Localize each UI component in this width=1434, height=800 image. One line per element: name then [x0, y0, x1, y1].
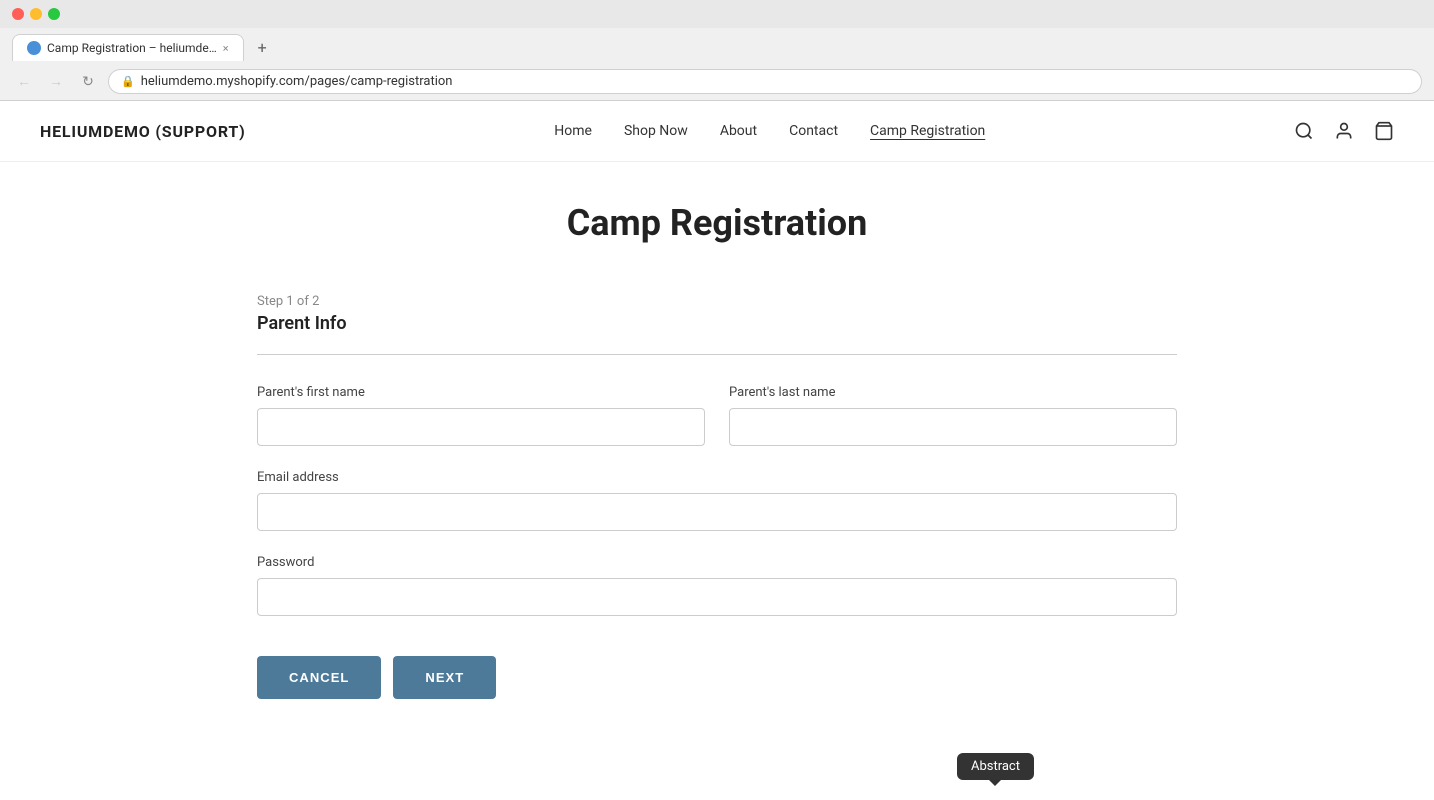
address-url: heliumdemo.myshopify.com/pages/camp-regi… — [141, 74, 1409, 89]
name-row: Parent's first name Parent's last name — [257, 385, 1177, 446]
tab-close-button[interactable]: × — [223, 42, 229, 55]
site-nav: Home Shop Now About Contact Camp Registr… — [554, 123, 985, 139]
tab-bar: Camp Registration – heliumde… × + — [0, 32, 1434, 63]
email-input[interactable] — [257, 493, 1177, 531]
url-base: heliumdemo.myshopify.com — [141, 74, 305, 89]
section-title: Parent Info — [257, 313, 1177, 334]
address-bar[interactable]: 🔒 heliumdemo.myshopify.com/pages/camp-re… — [108, 69, 1422, 94]
first-name-label: Parent's first name — [257, 385, 705, 400]
site-icons — [1294, 121, 1394, 141]
tab-title: Camp Registration – heliumde… — [47, 41, 217, 55]
password-input[interactable] — [257, 578, 1177, 616]
nav-shop-now[interactable]: Shop Now — [624, 123, 688, 139]
main-content: Camp Registration Step 1 of 2 Parent Inf… — [237, 162, 1197, 759]
email-row: Email address — [257, 470, 1177, 531]
tooltip: Abstract — [957, 753, 1034, 780]
site-header: HELIUMDEMO (SUPPORT) Home Shop Now About… — [0, 101, 1434, 162]
new-tab-button[interactable]: + — [248, 32, 277, 63]
nav-about[interactable]: About — [720, 123, 757, 139]
nav-contact[interactable]: Contact — [789, 123, 838, 139]
url-path: /pages/camp-registration — [304, 74, 452, 89]
form-actions: CANCEL NEXT — [257, 656, 1177, 699]
tab-favicon — [27, 41, 41, 55]
last-name-field: Parent's last name — [729, 385, 1177, 446]
fullscreen-dot[interactable] — [48, 8, 60, 20]
password-label: Password — [257, 555, 1177, 570]
form-section: Step 1 of 2 Parent Info — [257, 294, 1177, 355]
close-dot[interactable] — [12, 8, 24, 20]
account-icon[interactable] — [1334, 121, 1354, 141]
password-field: Password — [257, 555, 1177, 616]
minimize-dot[interactable] — [30, 8, 42, 20]
browser-tab[interactable]: Camp Registration – heliumde… × — [12, 34, 244, 61]
tooltip-container: Abstract — [957, 753, 1034, 780]
email-field: Email address — [257, 470, 1177, 531]
registration-form: Parent's first name Parent's last name E… — [257, 385, 1177, 699]
site-wrapper: HELIUMDEMO (SUPPORT) Home Shop Now About… — [0, 101, 1434, 759]
search-icon[interactable] — [1294, 121, 1314, 141]
titlebar — [0, 0, 1434, 28]
browser-chrome: Camp Registration – heliumde… × + ← → ↻ … — [0, 0, 1434, 101]
refresh-button[interactable]: ↻ — [76, 70, 100, 94]
lock-icon: 🔒 — [121, 75, 135, 88]
first-name-field: Parent's first name — [257, 385, 705, 446]
page-title: Camp Registration — [257, 202, 1177, 244]
cart-icon[interactable] — [1374, 121, 1394, 141]
address-bar-container: ← → ↻ 🔒 heliumdemo.myshopify.com/pages/c… — [0, 63, 1434, 100]
window-controls — [12, 8, 60, 20]
site-logo: HELIUMDEMO (SUPPORT) — [40, 122, 246, 141]
password-row: Password — [257, 555, 1177, 616]
step-label: Step 1 of 2 — [257, 294, 1177, 309]
back-button[interactable]: ← — [12, 70, 36, 94]
email-label: Email address — [257, 470, 1177, 485]
first-name-input[interactable] — [257, 408, 705, 446]
last-name-label: Parent's last name — [729, 385, 1177, 400]
forward-button[interactable]: → — [44, 70, 68, 94]
cancel-button[interactable]: CANCEL — [257, 656, 381, 699]
last-name-input[interactable] — [729, 408, 1177, 446]
nav-home[interactable]: Home — [554, 123, 592, 139]
nav-camp-registration[interactable]: Camp Registration — [870, 123, 985, 139]
next-button[interactable]: NEXT — [393, 656, 496, 699]
